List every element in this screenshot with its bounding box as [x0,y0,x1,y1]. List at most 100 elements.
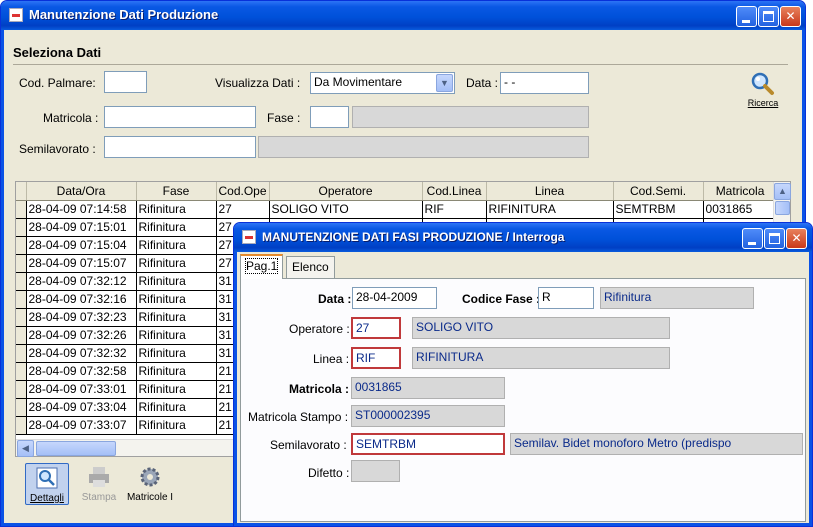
row-indicator[interactable] [16,362,27,381]
tab-pag1[interactable]: Pag.1 [240,254,284,279]
row-indicator[interactable] [16,218,27,237]
row-indicator[interactable] [16,398,27,417]
codice-fase-input[interactable]: R [538,287,594,309]
table-cell[interactable]: SEMTRBM [613,200,704,219]
table-cell[interactable]: Rifinitura [136,218,217,237]
difetto-label: Difetto : [308,466,350,480]
table-cell[interactable]: 28-04-09 07:32:23 [26,308,137,327]
table-cell[interactable]: 28-04-09 07:32:26 [26,326,137,345]
visualizza-select[interactable]: Da Movimentare ▼ [310,72,455,94]
stampa-button[interactable]: Stampa [77,463,121,505]
minimize-button[interactable] [736,6,757,27]
fase-description [352,106,589,128]
row-indicator[interactable] [16,236,27,255]
table-cell[interactable]: 28-04-09 07:33:07 [26,416,137,435]
maximize-button[interactable] [758,6,779,27]
linea-input[interactable]: RIF [351,347,401,369]
dialog-data-input[interactable]: 28-04-2009 [352,287,437,309]
table-cell[interactable]: 28-04-09 07:14:58 [26,200,137,219]
hscroll-thumb[interactable] [36,441,116,456]
dialog-maximize-button[interactable] [764,228,785,249]
table-cell[interactable]: 28-04-09 07:15:01 [26,218,137,237]
table-cell[interactable]: 28-04-09 07:32:32 [26,344,137,363]
matricole-button[interactable]: Matricole I [125,463,175,505]
table-cell[interactable]: Rifinitura [136,254,217,273]
tab-elenco[interactable]: Elenco [286,256,335,278]
cod-palmare-input[interactable] [104,71,147,93]
difetto-input[interactable] [351,460,400,482]
row-indicator[interactable] [16,380,27,399]
maximize-icon [763,11,774,22]
row-indicator[interactable] [16,344,27,363]
column-header[interactable]: Cod.Ope [216,182,270,201]
close-button[interactable]: ✕ [780,6,801,27]
column-header[interactable]: Cod.Semi. [613,182,704,201]
table-cell[interactable]: 0031865 [703,200,778,219]
row-indicator[interactable] [16,416,27,435]
table-cell[interactable]: RIFINITURA [486,200,614,219]
scroll-thumb[interactable] [775,201,790,215]
row-indicator[interactable] [16,290,27,309]
column-header[interactable]: Matricola [703,182,778,201]
data-input[interactable]: - - [500,72,589,94]
linea-description: RIFINITURA [412,347,670,369]
table-cell[interactable]: Rifinitura [136,362,217,381]
grid-header-row: Data/Ora Fase Cod.Ope Operatore Cod.Line… [16,182,778,201]
semilavorato-input[interactable]: SEMTRBM [351,433,505,455]
row-indicator[interactable] [16,326,27,345]
chevron-down-icon[interactable]: ▼ [436,74,453,92]
table-cell[interactable]: Rifinitura [136,200,217,219]
row-indicator[interactable] [16,200,27,219]
horizontal-scrollbar[interactable]: ◀ [16,439,236,457]
table-cell[interactable]: Rifinitura [136,326,217,345]
table-cell[interactable]: Rifinitura [136,236,217,255]
table-cell[interactable]: 27 [216,200,270,219]
column-header[interactable]: Data/Ora [26,182,137,201]
scroll-up-icon[interactable]: ▲ [774,183,791,200]
table-row[interactable]: 28-04-09 07:14:58 Rifinitura 27 SOLIGO VITO… [16,200,778,219]
table-cell[interactable]: 28-04-09 07:32:58 [26,362,137,381]
table-cell[interactable]: Rifinitura [136,308,217,327]
main-titlebar[interactable]: Manutenzione Dati Produzione ✕ [1,1,805,30]
table-cell[interactable]: Rifinitura [136,290,217,309]
matricola-input[interactable] [104,106,256,128]
table-cell[interactable]: 28-04-09 07:32:12 [26,272,137,291]
table-cell[interactable]: Rifinitura [136,344,217,363]
minimize-icon [742,20,750,23]
dialog-titlebar[interactable]: MANUTENZIONE DATI FASI PRODUZIONE / Inte… [234,223,812,252]
table-cell[interactable]: RIF [422,200,487,219]
table-cell[interactable]: 28-04-09 07:15:04 [26,236,137,255]
dialog-window: MANUTENZIONE DATI FASI PRODUZIONE / Inte… [233,222,813,527]
dialog-close-button[interactable]: ✕ [786,228,807,249]
table-cell[interactable]: Rifinitura [136,398,217,417]
fase-label: Fase : [267,111,301,125]
scroll-left-icon[interactable]: ◀ [17,440,34,457]
operatore-input[interactable]: 27 [351,317,401,339]
row-indicator[interactable] [16,254,27,273]
visualizza-value: Da Movimentare [314,75,403,89]
table-cell[interactable]: Rifinitura [136,380,217,399]
table-cell[interactable]: 28-04-09 07:15:07 [26,254,137,273]
table-cell[interactable]: SOLIGO VITO [269,200,423,219]
table-cell[interactable]: 28-04-09 07:33:01 [26,380,137,399]
semilavorato-input[interactable] [104,136,256,158]
table-cell[interactable]: 28-04-09 07:32:16 [26,290,137,309]
column-header[interactable]: Linea [486,182,614,201]
fase-input[interactable] [310,106,349,128]
table-cell[interactable]: Rifinitura [136,272,217,291]
linea-label: Linea : [313,352,350,366]
row-indicator[interactable] [16,308,27,327]
dettagli-label: Dettagli [30,493,64,504]
matricola-stampo-label: Matricola Stampo : [248,410,349,424]
row-indicator[interactable] [16,272,27,291]
tab-elenco-label: Elenco [292,260,329,274]
dialog-minimize-button[interactable] [742,228,763,249]
table-cell[interactable]: 28-04-09 07:33:04 [26,398,137,417]
column-header[interactable]: Cod.Linea [422,182,487,201]
dettagli-button[interactable]: Dettagli [25,463,69,505]
maximize-icon [769,233,780,244]
ricerca-button[interactable]: Ricerca [743,71,783,111]
table-cell[interactable]: Rifinitura [136,416,217,435]
column-header[interactable]: Fase [136,182,217,201]
column-header[interactable]: Operatore [269,182,423,201]
